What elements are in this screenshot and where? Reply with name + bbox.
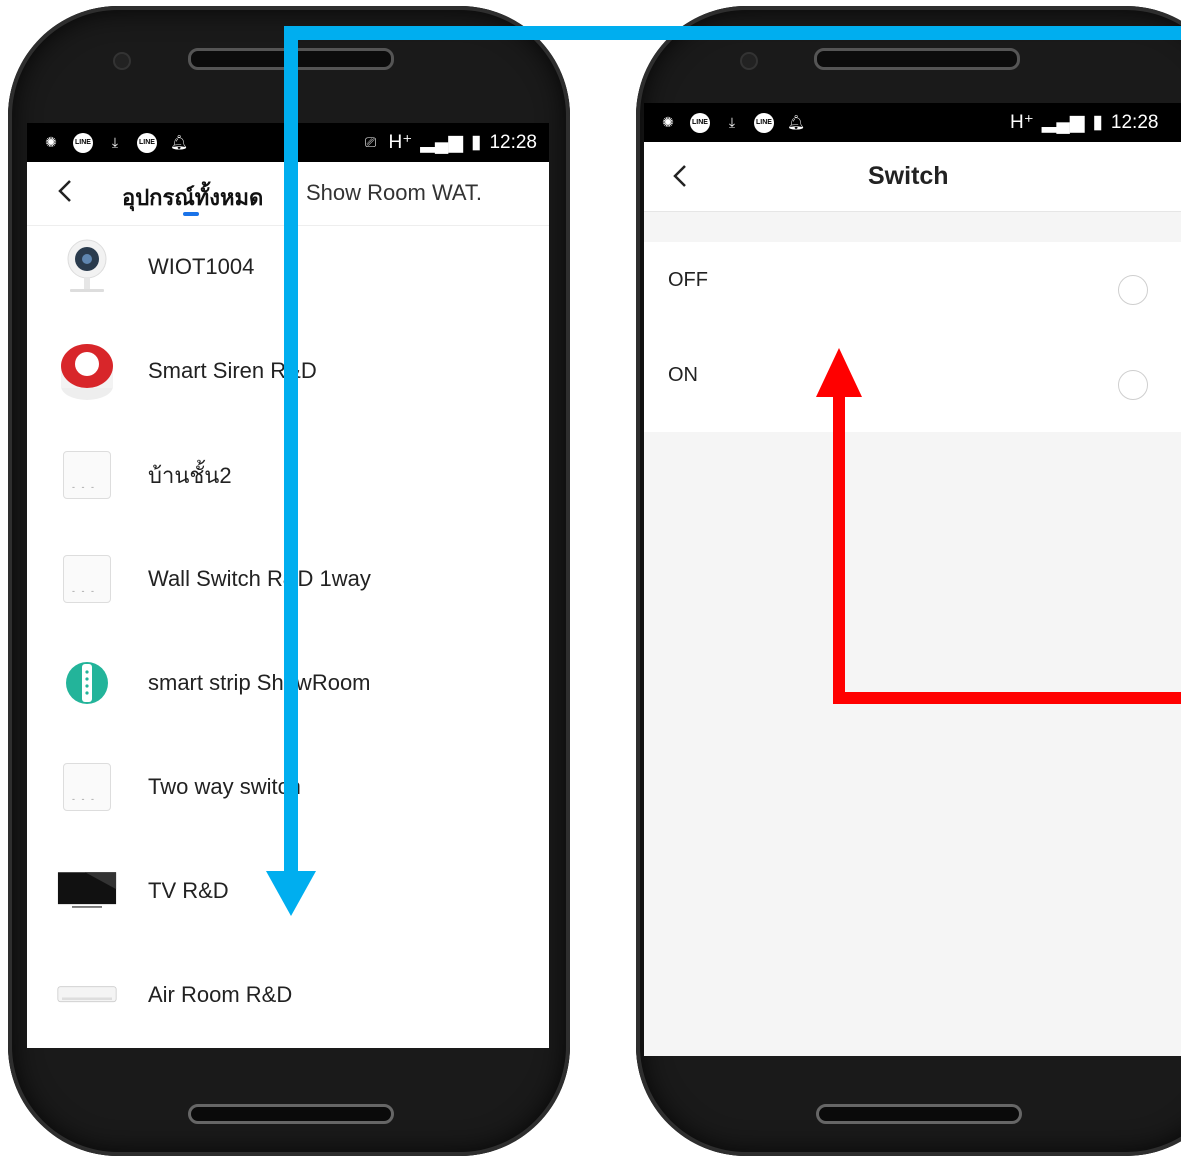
blue-flow-arrow: [266, 26, 1181, 916]
red-flow-arrow: [816, 348, 1181, 704]
annotation-arrows: [266, 26, 1181, 916]
